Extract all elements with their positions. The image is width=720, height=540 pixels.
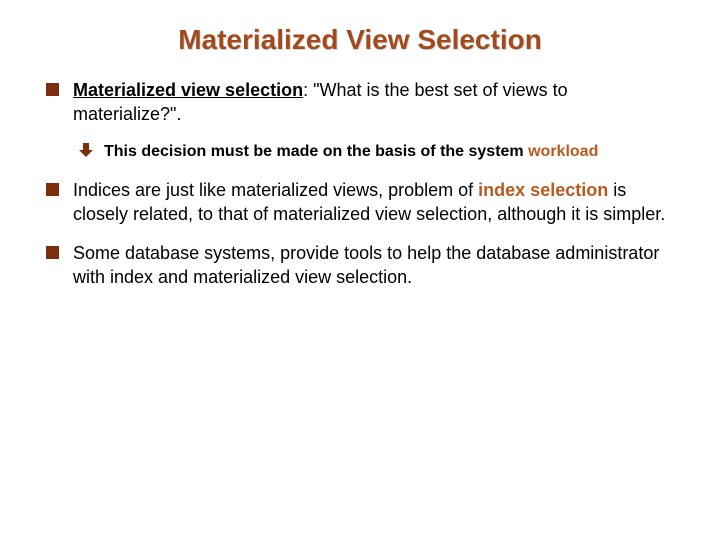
bullet-1-text: Materialized view selection: "What is th… (73, 78, 680, 127)
square-bullet-icon (46, 246, 59, 259)
bullet-2: Indices are just like materialized views… (46, 178, 680, 227)
bullet-3: Some database systems, provide tools to … (46, 241, 680, 290)
sub-bullet-1: This decision must be made on the basis … (78, 141, 680, 163)
sub-bullet-1-pre: This decision must be made on the basis … (104, 143, 528, 160)
square-bullet-icon (46, 83, 59, 96)
bullet-2-pre: Indices are just like materialized views… (73, 180, 478, 200)
slide-title: Materialized View Selection (40, 24, 680, 56)
sub-bullet-1-highlight: workload (528, 143, 598, 160)
sub-bullet-1-text: This decision must be made on the basis … (104, 141, 680, 163)
bullet-3-text: Some database systems, provide tools to … (73, 241, 680, 290)
bullet-list: Materialized view selection: "What is th… (46, 78, 680, 289)
arrow-down-icon (78, 142, 94, 158)
slide: Materialized View Selection Materialized… (0, 0, 720, 540)
square-bullet-icon (46, 183, 59, 196)
bullet-1: Materialized view selection: "What is th… (46, 78, 680, 127)
bullet-2-text: Indices are just like materialized views… (73, 178, 680, 227)
bullet-2-highlight: index selection (478, 180, 608, 200)
bullet-1-lead: Materialized view selection (73, 80, 303, 100)
